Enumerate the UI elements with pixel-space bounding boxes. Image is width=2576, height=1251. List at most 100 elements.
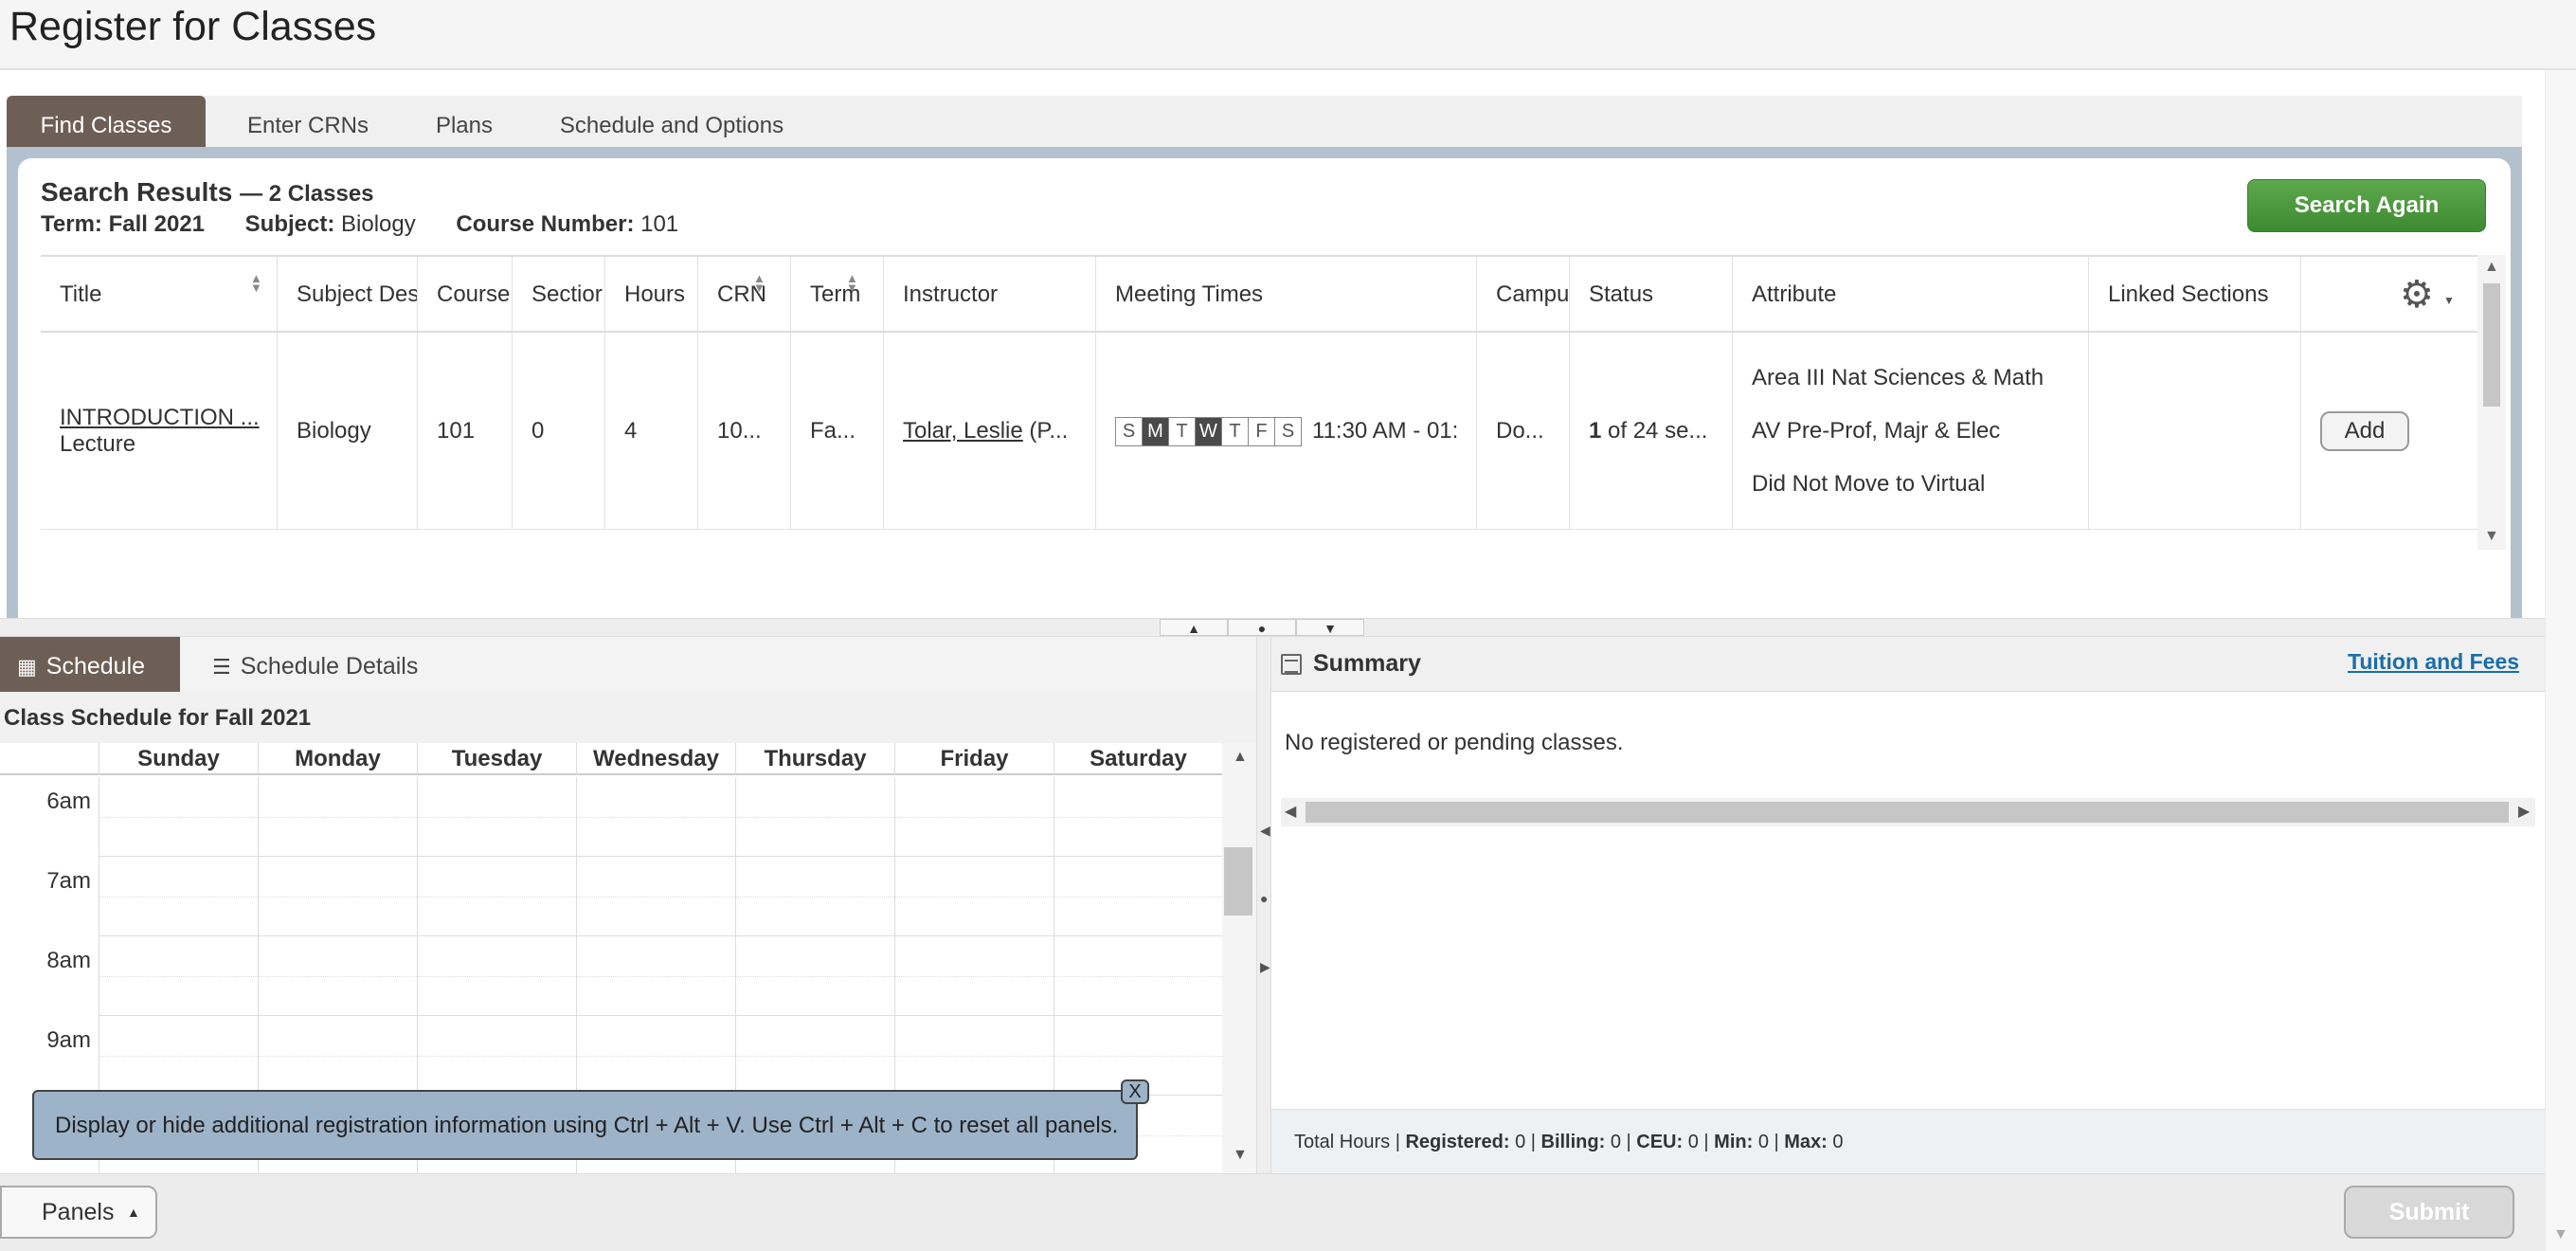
col-campus[interactable]: Campu: [1477, 257, 1570, 331]
summary-scrollbar[interactable]: ◀ ▶: [1281, 798, 2535, 826]
scroll-left-icon[interactable]: ◀: [1285, 802, 1296, 821]
sort-icon[interactable]: ▲ ▼: [846, 272, 858, 294]
scroll-down-icon[interactable]: ▼: [1233, 1147, 1248, 1164]
min-value: 0: [1757, 1132, 1769, 1152]
col-attribute-label: Attribute: [1752, 281, 1837, 307]
billing-value: 0: [1610, 1132, 1621, 1152]
calendar-header: Sunday Monday Tuesday Wednesday Thursday…: [0, 743, 1222, 775]
results-table: Title ▲ ▼ Subject Des Course Sectior Hour…: [41, 255, 2477, 550]
collapse-right-icon[interactable]: ▶: [1260, 959, 1270, 975]
total-hours-label: Total Hours |: [1294, 1132, 1400, 1152]
ceu-label: CEU:: [1636, 1132, 1684, 1152]
horizontal-splitter[interactable]: ▲ ● ▼: [0, 618, 2545, 637]
scrollbar-thumb[interactable]: [1306, 802, 2509, 823]
col-section[interactable]: Sectior: [513, 257, 605, 331]
summary-header: Summary Tuition and Fees: [1271, 637, 2545, 692]
panels-label: Panels: [42, 1199, 115, 1225]
time-label: 9am: [46, 1027, 91, 1053]
tab-schedule-details[interactable]: ☰ Schedule Details: [212, 637, 459, 692]
half-hour-line: [99, 1056, 1222, 1057]
col-linked-sections-label: Linked Sections: [2108, 281, 2269, 307]
scrollbar-thumb[interactable]: [1224, 847, 1252, 916]
page-scrollbar[interactable]: ▼: [2545, 70, 2576, 1251]
day-header: Saturday: [1054, 743, 1222, 775]
col-title[interactable]: Title: [41, 257, 278, 331]
scroll-down-icon[interactable]: ▼: [2484, 528, 2499, 545]
day-box: M: [1142, 416, 1169, 446]
bottom-bar: Panels ▲ Submit: [0, 1173, 2545, 1251]
status-text: of 24 se...: [1601, 418, 1708, 444]
term-label: Term:: [41, 211, 102, 237]
day-box: S: [1115, 416, 1143, 446]
calendar-row: 8am: [0, 936, 1222, 1016]
search-results-title: Search Results — 2 Classes: [41, 177, 374, 208]
col-settings: ⚙ ▼: [2301, 257, 2477, 331]
tab-schedule[interactable]: ▦ Schedule: [0, 637, 180, 692]
calendar-row: 9am: [0, 1016, 1222, 1096]
col-campus-label: Campu: [1496, 281, 1570, 307]
collapse-down-icon[interactable]: ▼: [1296, 619, 1364, 636]
center-icon[interactable]: ●: [1260, 891, 1268, 906]
tab-schedule-and-options[interactable]: Schedule and Options: [543, 96, 801, 147]
tab-find-classes[interactable]: Find Classes: [7, 96, 206, 147]
ceu-value: 0: [1687, 1132, 1699, 1152]
summary-panel: Summary Tuition and Fees No registered o…: [1271, 637, 2545, 1173]
chevron-down-icon: ▼: [2443, 294, 2455, 307]
tab-plans[interactable]: Plans: [412, 96, 516, 147]
cell-subject: Biology: [278, 333, 418, 530]
center-icon[interactable]: ●: [1228, 619, 1296, 636]
col-hours[interactable]: Hours: [605, 257, 698, 331]
status-seats: 1: [1589, 418, 1602, 444]
vertical-splitter[interactable]: ◀ ● ▶: [1256, 637, 1271, 1173]
schedule-tabs: ▦ Schedule ☰ Schedule Details: [0, 637, 1260, 692]
col-subject-label: Subject Des: [297, 281, 418, 307]
table-row[interactable]: INTRODUCTION ... Lecture Biology 101 0 4…: [41, 333, 2477, 530]
search-criteria: Term: Fall 2021 Subject: Biology Course …: [41, 211, 678, 238]
term-value: Fall 2021: [108, 211, 205, 237]
submit-button[interactable]: Submit: [2344, 1186, 2514, 1239]
day-box: S: [1274, 416, 1302, 446]
collapse-left-icon[interactable]: ◀: [1260, 823, 1270, 839]
page-title: Register for Classes: [9, 4, 377, 49]
sort-icon[interactable]: ▲ ▼: [753, 272, 766, 294]
tab-enter-crns[interactable]: Enter CRNs: [223, 96, 393, 147]
col-term[interactable]: Term: [791, 257, 884, 331]
col-course-label: Course: [437, 281, 511, 307]
col-crn[interactable]: CRN: [698, 257, 791, 331]
max-label: Max:: [1784, 1132, 1828, 1152]
results-scrollbar[interactable]: ▲ ▼: [2477, 255, 2506, 550]
close-tip-button[interactable]: X: [1121, 1079, 1149, 1104]
scroll-up-icon[interactable]: ▲: [2484, 259, 2499, 276]
calendar-icon: ▦: [17, 655, 37, 679]
col-subject[interactable]: Subject Des: [278, 257, 418, 331]
search-again-button[interactable]: Search Again: [2247, 179, 2486, 232]
col-linked-sections[interactable]: Linked Sections: [2089, 257, 2301, 331]
panels-button[interactable]: Panels ▲: [0, 1186, 157, 1239]
add-button[interactable]: Add: [2320, 411, 2409, 451]
table-header-row: Title ▲ ▼ Subject Des Course Sectior Hour…: [41, 257, 2477, 333]
calendar-scrollbar[interactable]: ▲ ▼: [1222, 743, 1256, 1173]
collapse-up-icon[interactable]: ▲: [1160, 619, 1228, 636]
registration-tabs: Find Classes Enter CRNs Plans Schedule a…: [7, 96, 2522, 147]
course-title-link[interactable]: INTRODUCTION ...: [60, 405, 260, 431]
col-instructor[interactable]: Instructor: [884, 257, 1096, 331]
col-meeting-times[interactable]: Meeting Times: [1096, 257, 1477, 331]
scroll-down-icon[interactable]: ▼: [2553, 1226, 2568, 1243]
sort-icon[interactable]: ▲ ▼: [250, 272, 262, 294]
day-header: Wednesday: [576, 743, 735, 775]
col-course[interactable]: Course: [418, 257, 513, 331]
scrollbar-thumb[interactable]: [2483, 283, 2500, 407]
col-attribute[interactable]: Attribute: [1733, 257, 2089, 331]
day-header: Tuesday: [417, 743, 576, 775]
registered-value: 0: [1515, 1132, 1526, 1152]
find-classes-panel: Find Classes Enter CRNs Plans Schedule a…: [0, 70, 2545, 660]
gear-icon[interactable]: ⚙: [2400, 257, 2434, 331]
cell-meeting-times: SMTWTFS 11:30 AM - 01:: [1096, 333, 1477, 530]
meeting-days: SMTWTFS: [1115, 416, 1302, 446]
col-status[interactable]: Status: [1570, 257, 1733, 331]
instructor-link[interactable]: Tolar, Leslie: [903, 418, 1023, 444]
day-header: Friday: [894, 743, 1054, 775]
tuition-and-fees-link[interactable]: Tuition and Fees: [2348, 637, 2519, 686]
scroll-right-icon[interactable]: ▶: [2518, 802, 2530, 821]
scroll-up-icon[interactable]: ▲: [1233, 749, 1248, 766]
